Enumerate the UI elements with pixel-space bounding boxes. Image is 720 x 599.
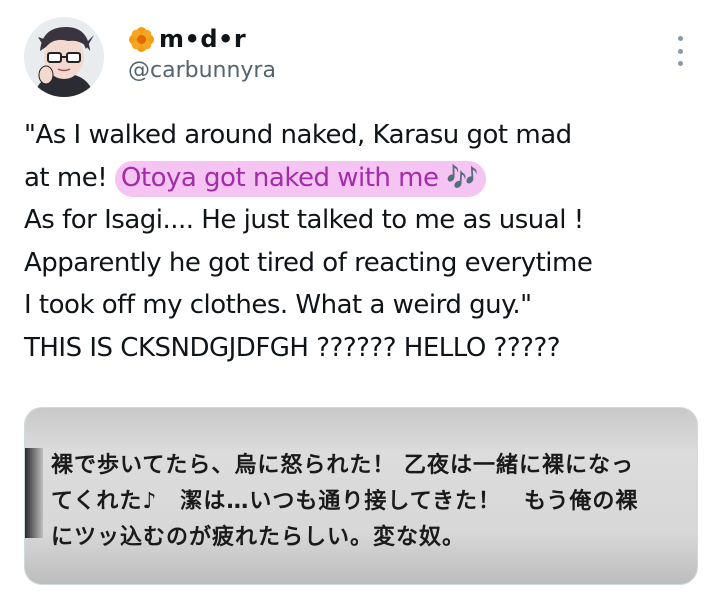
- tweet-line: "As I walked around naked, Karasu got ma…: [24, 120, 572, 150]
- attached-image[interactable]: 裸で歩いてたら、烏に怒られた！ 乙夜は一緒に裸になっ てくれた♪ 潔は…いつも通…: [24, 407, 698, 585]
- caption-line: てくれた♪ 潔は…いつも通り接してきた！ もう俺の裸: [51, 489, 639, 514]
- user-handle[interactable]: @carbunnyra: [128, 58, 276, 83]
- tweet-line-fragment: at me!: [24, 162, 115, 193]
- author-avatar[interactable]: [24, 17, 104, 97]
- tweet-line: THIS IS CKSNDGJDFGH ?????? HELLO ?????: [24, 332, 561, 363]
- avatar-illustration: [24, 17, 104, 97]
- more-dot-icon: [677, 61, 683, 66]
- image-edge-shadow: [25, 448, 43, 538]
- more-dot-icon: [677, 48, 683, 54]
- orange-flower-icon: [128, 26, 155, 53]
- author-names: m•d•r @carbunnyra: [128, 24, 276, 83]
- more-dot-icon: [677, 36, 683, 41]
- display-name[interactable]: m•d•r: [159, 25, 246, 53]
- display-name-row[interactable]: m•d•r: [128, 24, 276, 54]
- caption-line: にツッ込むのが疲れたらしい。変な奴。: [51, 525, 466, 550]
- tweet-line: at me! Otoya got naked with me 🎶: [24, 157, 714, 200]
- tweet-line: As for Isagi.... He just talked to me as…: [24, 205, 584, 235]
- tweet-line: Apparently he got tired of reacting ever…: [24, 247, 593, 278]
- highlighted-phrase: Otoya got naked with me 🎶: [114, 160, 487, 197]
- tweet-line: I took off my clothes. What a weird guy.…: [24, 290, 532, 320]
- more-options-button[interactable]: [668, 36, 692, 66]
- image-caption: 裸で歩いてたら、烏に怒られた！ 乙夜は一緒に裸になっ てくれた♪ 潔は…いつも通…: [51, 448, 691, 556]
- caption-line: 裸で歩いてたら、烏に怒られた！ 乙夜は一緒に裸になっ: [51, 453, 635, 478]
- tweet-text: "As I walked around naked, Karasu got ma…: [24, 114, 714, 369]
